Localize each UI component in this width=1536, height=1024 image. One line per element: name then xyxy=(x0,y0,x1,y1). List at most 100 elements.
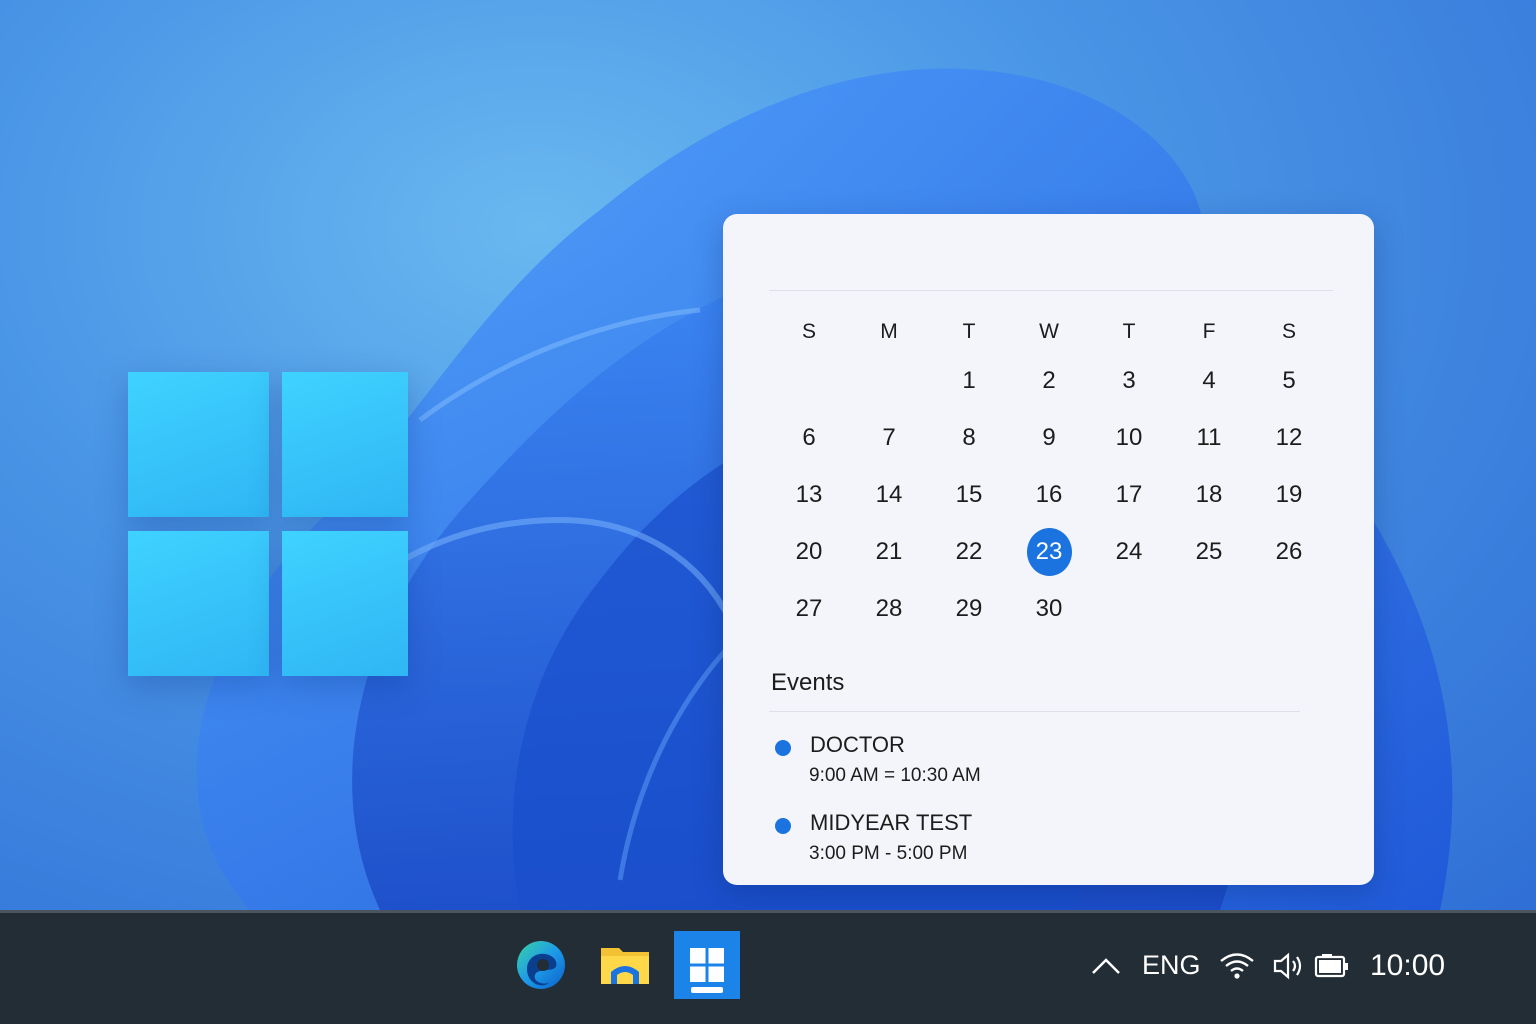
calendar-day-number: 7 xyxy=(882,423,896,451)
calendar-day-number: 1 xyxy=(962,366,976,394)
calendar-day-number: 12 xyxy=(1275,423,1303,451)
calendar-day[interactable]: 30 xyxy=(1009,580,1089,637)
calendar-day[interactable]: 18 xyxy=(1169,466,1249,523)
calendar-day[interactable]: 25 xyxy=(1169,523,1249,580)
calendar-day-number: 9 xyxy=(1042,423,1056,451)
weekday-header: S xyxy=(1281,320,1296,343)
calendar-day-today[interactable]: 23 xyxy=(1009,523,1089,580)
calendar-day[interactable]: 10 xyxy=(1089,409,1169,466)
calendar-day-number: 22 xyxy=(955,537,983,565)
events-heading: Events xyxy=(771,669,845,696)
calendar-blank-cell xyxy=(769,352,849,409)
calendar-day-number: 28 xyxy=(875,594,903,622)
wifi-button[interactable] xyxy=(1218,913,1256,1018)
calendar-day-number: 8 xyxy=(962,423,976,451)
calendar-day[interactable]: 4 xyxy=(1169,352,1249,409)
calendar-day[interactable]: 20 xyxy=(769,523,849,580)
calendar-day[interactable]: 2 xyxy=(1009,352,1089,409)
calendar-day[interactable]: 24 xyxy=(1089,523,1169,580)
calendar-day[interactable]: 17 xyxy=(1089,466,1169,523)
calendar-day-number: 26 xyxy=(1275,537,1303,565)
weekday-header: W xyxy=(1039,320,1059,343)
language-indicator[interactable]: ENG xyxy=(1142,913,1201,1018)
calendar-day[interactable]: 26 xyxy=(1249,523,1329,580)
calendar-blank-cell xyxy=(849,352,929,409)
event-title: DOCTOR xyxy=(810,732,905,757)
weekday-header: T xyxy=(962,320,976,343)
file-explorer-button[interactable] xyxy=(592,931,658,999)
calendar-day[interactable]: 7 xyxy=(849,409,929,466)
calendar-day[interactable]: 3 xyxy=(1089,352,1169,409)
calendar-day-number: 4 xyxy=(1202,366,1216,394)
calendar-day[interactable]: 9 xyxy=(1009,409,1089,466)
calendar-day-number: 16 xyxy=(1035,480,1063,508)
calendar-day-number: 30 xyxy=(1035,594,1063,622)
calendar-day-number: 10 xyxy=(1115,423,1143,451)
calendar-day[interactable]: 28 xyxy=(849,580,929,637)
windows-logo-pane xyxy=(282,531,408,676)
calendar-day[interactable]: 16 xyxy=(1009,466,1089,523)
calendar-day[interactable]: 5 xyxy=(1249,352,1329,409)
event-dot-icon xyxy=(775,740,791,756)
events-divider xyxy=(769,711,1300,712)
calendar-day-number: 15 xyxy=(955,480,983,508)
calendar-day[interactable]: 14 xyxy=(849,466,929,523)
start-icon xyxy=(690,948,724,982)
battery-button[interactable] xyxy=(1314,913,1350,1018)
windows-logo-pane xyxy=(128,372,269,517)
wifi-icon xyxy=(1220,952,1254,979)
event-title: MIDYEAR TEST xyxy=(810,810,973,835)
clock[interactable]: 10:00 xyxy=(1370,913,1445,1018)
battery-icon xyxy=(1314,953,1348,977)
calendar-day-number: 24 xyxy=(1115,537,1143,565)
calendar-divider xyxy=(769,290,1333,291)
windows-logo-pane xyxy=(282,372,408,517)
calendar-day-number: 5 xyxy=(1282,366,1296,394)
calendar-day-number: 2 xyxy=(1042,366,1056,394)
calendar-day[interactable]: 27 xyxy=(769,580,849,637)
calendar-day-number: 13 xyxy=(795,480,823,508)
calendar-day-number: 14 xyxy=(875,480,903,508)
calendar-day-number: 29 xyxy=(955,594,983,622)
calendar-day[interactable]: 13 xyxy=(769,466,849,523)
event-time: 3:00 PM - 5:00 PM xyxy=(809,843,968,864)
active-indicator xyxy=(691,987,723,993)
calendar-grid: S M T W T F S 1 2 3 4 5 6 7 8 9 10 11 12 13 14 15 16 17 18 19 20 21… xyxy=(769,312,1329,637)
calendar-day[interactable]: 29 xyxy=(929,580,1009,637)
calendar-day-number: 6 xyxy=(802,423,816,451)
weekday-header: F xyxy=(1202,320,1216,343)
file-explorer-icon xyxy=(601,948,649,984)
event-time: 9:00 AM = 10:30 AM xyxy=(809,765,981,786)
calendar-day-number: 27 xyxy=(795,594,823,622)
calendar-day-number: 18 xyxy=(1195,480,1223,508)
calendar-day-number: 3 xyxy=(1122,366,1136,394)
calendar-day[interactable]: 1 xyxy=(929,352,1009,409)
windows-logo-icon xyxy=(128,372,408,676)
calendar-day[interactable]: 11 xyxy=(1169,409,1249,466)
weekday-header: S xyxy=(801,320,816,343)
edge-icon xyxy=(517,941,565,989)
show-hidden-icons-button[interactable] xyxy=(1090,913,1122,1018)
start-button[interactable] xyxy=(674,931,740,999)
volume-button[interactable] xyxy=(1272,913,1306,1018)
calendar-day[interactable]: 6 xyxy=(769,409,849,466)
calendar-day[interactable]: 21 xyxy=(849,523,929,580)
windows-logo-pane xyxy=(128,531,269,676)
calendar-day[interactable]: 8 xyxy=(929,409,1009,466)
weekday-header: T xyxy=(1122,320,1136,343)
calendar-day-number: 19 xyxy=(1275,480,1303,508)
edge-browser-button[interactable] xyxy=(508,931,574,999)
chevron-up-icon xyxy=(1092,957,1120,974)
calendar-day[interactable]: 15 xyxy=(929,466,1009,523)
calendar-day-number: 21 xyxy=(875,537,903,565)
event-dot-icon xyxy=(775,818,791,834)
calendar-day[interactable]: 19 xyxy=(1249,466,1329,523)
volume-icon xyxy=(1273,952,1302,979)
calendar-day-number: 17 xyxy=(1115,480,1143,508)
calendar-day-number: 11 xyxy=(1196,423,1222,451)
calendar-flyout: S M T W T F S 1 2 3 4 5 6 7 8 9 10 11 12 13 14 15 16 17 18 19 20 21… xyxy=(723,214,1374,885)
calendar-day[interactable]: 22 xyxy=(929,523,1009,580)
calendar-day-number: 25 xyxy=(1195,537,1223,565)
taskbar: ENG 10:00 xyxy=(0,910,1536,1024)
calendar-day[interactable]: 12 xyxy=(1249,409,1329,466)
